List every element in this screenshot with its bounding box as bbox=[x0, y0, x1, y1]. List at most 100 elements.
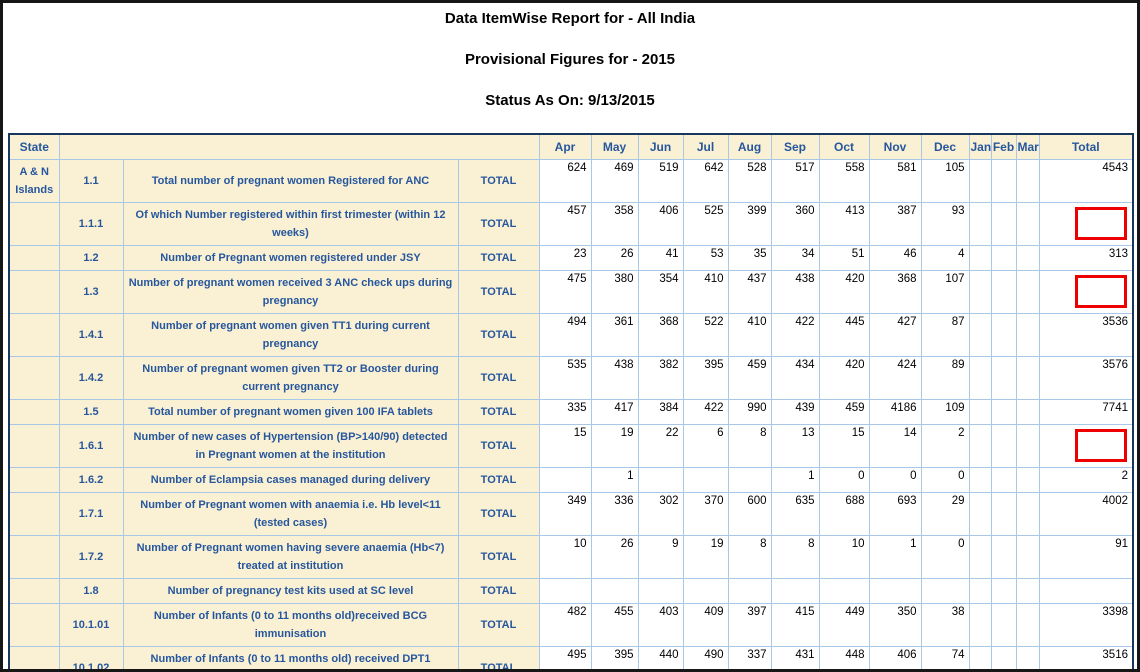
report-title: Data ItemWise Report for - All India bbox=[444, 10, 696, 27]
state-cell bbox=[8, 399, 60, 425]
indicator-description-cell: Number of pregnant women given TT2 or Bo… bbox=[122, 356, 459, 400]
month-value-cell bbox=[637, 467, 684, 493]
month-value-cell: 519 bbox=[637, 159, 684, 203]
state-cell bbox=[8, 424, 60, 468]
month-value-cell bbox=[968, 424, 992, 468]
month-value-cell: 387 bbox=[868, 202, 922, 246]
indicator-code-cell: 1.8 bbox=[58, 578, 124, 604]
month-value-cell: 642 bbox=[682, 159, 729, 203]
month-value-cell bbox=[727, 578, 772, 604]
row-total-cell: 313 bbox=[1038, 245, 1134, 271]
total-label-cell: TOTAL bbox=[457, 270, 540, 314]
indicator-code-cell: 1.7.1 bbox=[58, 492, 124, 536]
month-value-cell: 395 bbox=[590, 646, 639, 669]
month-value-cell: 455 bbox=[590, 603, 639, 647]
row-total-cell: 3576 bbox=[1038, 356, 1134, 400]
row-total-cell: 91 bbox=[1038, 535, 1134, 579]
month-value-cell: 74 bbox=[920, 646, 970, 669]
column-header-sep: Sep bbox=[770, 133, 820, 160]
report-page: Data ItemWise Report for - All India Pro… bbox=[0, 0, 1140, 672]
indicator-description-cell: Number of Pregnant women with anaemia i.… bbox=[122, 492, 459, 536]
month-value-cell: 693 bbox=[868, 492, 922, 536]
month-value-cell: 335 bbox=[538, 399, 592, 425]
month-value-cell bbox=[1015, 313, 1040, 357]
month-value-cell: 688 bbox=[818, 492, 870, 536]
column-header-spacer bbox=[58, 133, 540, 160]
state-cell bbox=[8, 535, 60, 579]
month-value-cell: 6 bbox=[682, 424, 729, 468]
data-row-10.1.01: 10.1.01 Number of Infants (0 to 11 months… bbox=[8, 603, 1134, 647]
total-label-cell: TOTAL bbox=[457, 202, 540, 246]
indicator-description-cell: Number of Infants (0 to 11 months old) r… bbox=[122, 646, 459, 669]
month-value-cell: 439 bbox=[770, 399, 820, 425]
month-value-cell: 494 bbox=[538, 313, 592, 357]
month-value-cell: 417 bbox=[590, 399, 639, 425]
month-value-cell bbox=[968, 467, 992, 493]
month-value-cell bbox=[637, 578, 684, 604]
month-value-cell: 384 bbox=[637, 399, 684, 425]
column-header-state: State bbox=[8, 133, 60, 160]
month-value-cell: 581 bbox=[868, 159, 922, 203]
month-value-cell: 403 bbox=[637, 603, 684, 647]
row-total-cell: 4543 bbox=[1038, 159, 1134, 203]
total-label-cell: TOTAL bbox=[457, 424, 540, 468]
month-value-cell: 13 bbox=[770, 424, 820, 468]
month-value-cell: 14 bbox=[868, 424, 922, 468]
month-value-cell bbox=[1015, 535, 1040, 579]
month-value-cell: 624 bbox=[538, 159, 592, 203]
month-value-cell: 8 bbox=[727, 424, 772, 468]
state-cell: A & N Islands bbox=[8, 159, 60, 203]
month-value-cell bbox=[1015, 159, 1040, 203]
state-cell bbox=[8, 492, 60, 536]
indicator-code-cell: 1.1 bbox=[58, 159, 124, 203]
column-header-dec: Dec bbox=[920, 133, 970, 160]
report-status-date: Status As On: 9/13/2015 bbox=[485, 92, 655, 109]
month-value-cell bbox=[868, 578, 922, 604]
month-value-cell bbox=[1015, 424, 1040, 468]
month-value-cell: 337 bbox=[727, 646, 772, 669]
month-value-cell bbox=[990, 646, 1017, 669]
month-value-cell bbox=[920, 578, 970, 604]
data-row-1.6.1: 1.6.1 Number of new cases of Hypertension… bbox=[8, 424, 1134, 468]
column-header-jul: Jul bbox=[682, 133, 729, 160]
month-value-cell bbox=[727, 467, 772, 493]
column-header-nov: Nov bbox=[868, 133, 922, 160]
month-value-cell: 34 bbox=[770, 245, 820, 271]
total-label-cell: TOTAL bbox=[457, 578, 540, 604]
state-cell bbox=[8, 467, 60, 493]
month-value-cell: 990 bbox=[727, 399, 772, 425]
month-value-cell: 302 bbox=[637, 492, 684, 536]
indicator-code-cell: 1.4.2 bbox=[58, 356, 124, 400]
month-value-cell: 635 bbox=[770, 492, 820, 536]
month-value-cell: 26 bbox=[590, 535, 639, 579]
month-value-cell: 89 bbox=[920, 356, 970, 400]
month-value-cell bbox=[770, 578, 820, 604]
month-value-cell: 434 bbox=[770, 356, 820, 400]
month-value-cell bbox=[682, 467, 729, 493]
month-value-cell: 422 bbox=[770, 313, 820, 357]
data-row-1.2: 1.2 Number of Pregnant women registered u… bbox=[8, 245, 1134, 271]
month-value-cell bbox=[1015, 202, 1040, 246]
missing-value-red-box bbox=[1075, 207, 1127, 240]
indicator-code-cell: 1.4.1 bbox=[58, 313, 124, 357]
month-value-cell bbox=[1015, 467, 1040, 493]
column-header-feb: Feb bbox=[990, 133, 1017, 160]
month-value-cell bbox=[968, 646, 992, 669]
indicator-description-cell: Total number of pregnant women Registere… bbox=[122, 159, 459, 203]
month-value-cell: 440 bbox=[637, 646, 684, 669]
month-value-cell bbox=[538, 467, 592, 493]
month-value-cell: 38 bbox=[920, 603, 970, 647]
month-value-cell bbox=[682, 578, 729, 604]
month-value-cell: 51 bbox=[818, 245, 870, 271]
month-value-cell: 109 bbox=[920, 399, 970, 425]
month-value-cell: 370 bbox=[682, 492, 729, 536]
row-total-cell: 4002 bbox=[1038, 492, 1134, 536]
month-value-cell: 15 bbox=[538, 424, 592, 468]
month-value-cell: 2 bbox=[920, 424, 970, 468]
month-value-cell: 395 bbox=[682, 356, 729, 400]
month-value-cell: 8 bbox=[727, 535, 772, 579]
total-label-cell: TOTAL bbox=[457, 399, 540, 425]
missing-value-red-box bbox=[1075, 429, 1127, 462]
month-value-cell bbox=[968, 578, 992, 604]
row-total-cell: 7741 bbox=[1038, 399, 1134, 425]
